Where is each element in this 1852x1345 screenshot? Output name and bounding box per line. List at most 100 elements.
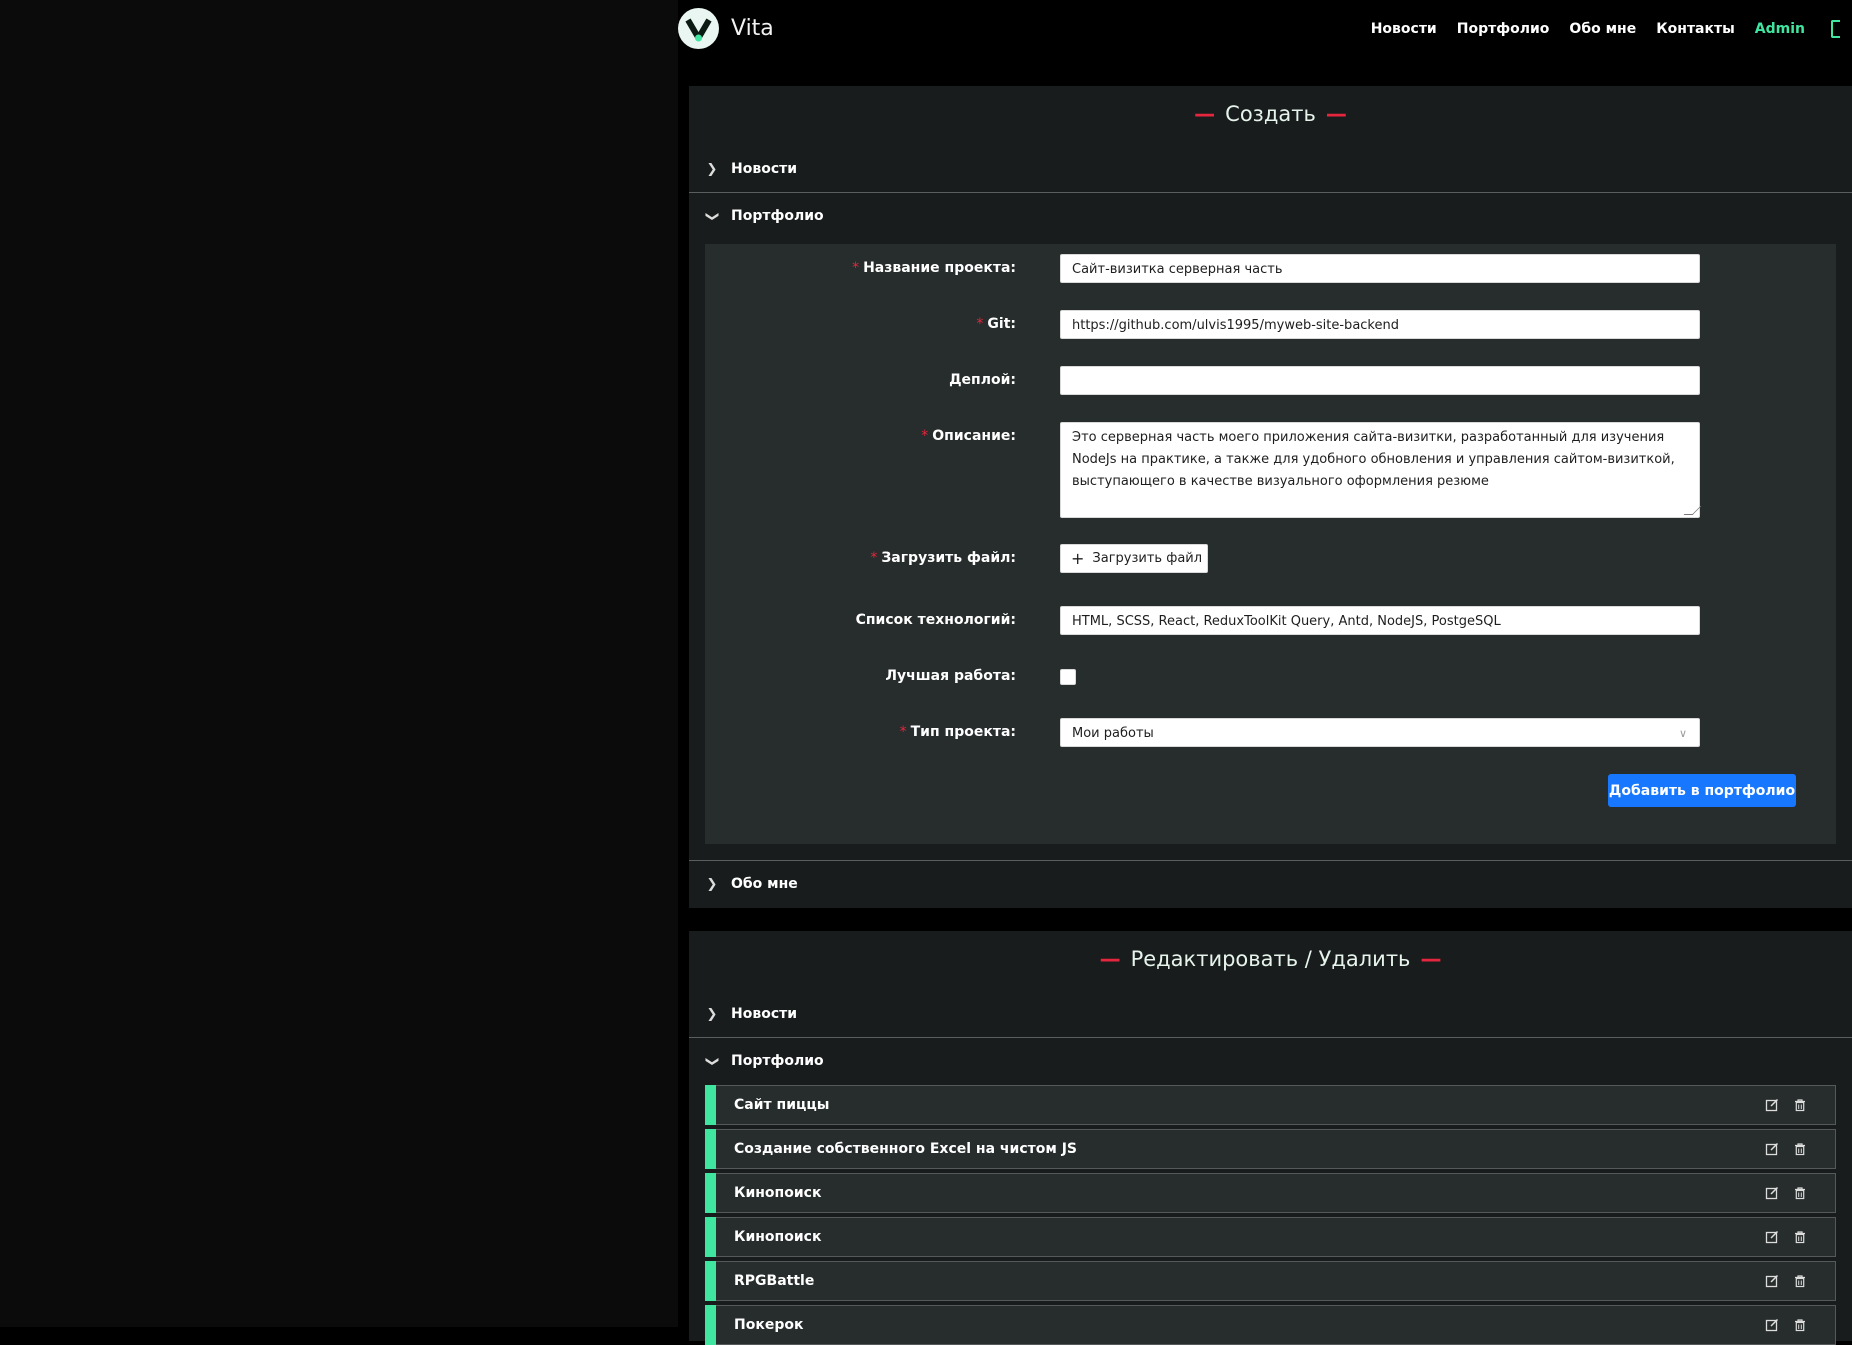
best-work-label: Лучшая работа: [885,668,1016,684]
list-item-actions [1753,1185,1809,1201]
required-mark: * [899,724,907,740]
label-colon: : [1010,612,1016,628]
list-item[interactable]: RPGBattle [705,1261,1836,1301]
accordion-portfolio[interactable]: ❯ Портфолио [689,193,1852,239]
upload-button-label: Загрузить файл [1092,551,1203,566]
project-name-label: * Название проекта: [852,260,1016,276]
list-item-title: Кинопоиск [734,1229,822,1245]
accordion-edit-news-label: Новости [731,1006,798,1022]
required-mark: * [976,316,984,332]
list-item-title: Создание собственного Excel на чистом JS [734,1141,1077,1157]
accordion-about[interactable]: ❯ Обо мне [689,861,1852,907]
best-work-checkbox[interactable] [1060,669,1076,685]
list-item[interactable]: Кинопоиск [705,1173,1836,1213]
list-item-actions [1753,1317,1809,1333]
label-colon: : [1010,668,1016,684]
deploy-label: Деплой: [949,372,1016,388]
nav-item-news[interactable]: Новости [1371,21,1437,37]
label-colon: : [1010,316,1016,332]
trash-icon[interactable] [1793,1097,1809,1113]
list-item-title: Покерок [734,1317,804,1333]
list-item-accent [705,1261,716,1301]
logo[interactable]: Vita [678,8,774,49]
list-item-accent [705,1217,716,1257]
upload-label: * Загрузить файл: [870,550,1016,566]
accordion-edit-news[interactable]: ❯ Новости [689,991,1852,1037]
main-area: Vita Новости Портфолио Обо мне Контакты … [678,0,1852,1345]
trash-icon[interactable] [1793,1141,1809,1157]
title-dash-right: — [1325,102,1347,126]
tech-list-input[interactable]: HTML, SCSS, React, ReduxToolKit Query, A… [1060,606,1700,635]
edit-delete-panel: — Редактировать / Удалить — ❯ Новости ❯ По… [689,931,1852,1345]
list-item-actions [1753,1097,1809,1113]
chevron-right-icon: ❯ [706,161,718,177]
git-label-text: Git [987,316,1011,332]
edit-icon[interactable] [1765,1141,1781,1157]
type-label-text: Тип проекта [910,724,1011,740]
chevron-right-icon: ❯ [706,1006,718,1022]
edit-icon[interactable] [1765,1185,1781,1201]
git-label: * Git: [976,316,1016,332]
resize-handle-icon[interactable] [1683,506,1702,515]
list-item-actions [1753,1229,1809,1245]
git-input[interactable]: https://github.com/ulvis1995/myweb-site-… [1060,310,1700,339]
title-dash-left: — [1099,947,1121,971]
accordion-edit-portfolio[interactable]: ❯ Портфолио [689,1038,1852,1084]
trash-icon[interactable] [1793,1273,1809,1289]
nav-item-admin[interactable]: Admin [1755,21,1805,37]
title-dash-right: — [1420,947,1442,971]
create-panel-title: — Создать — [689,102,1852,126]
description-label-text: Описание [932,428,1011,444]
accordion-edit-portfolio-label: Портфолио [731,1053,824,1069]
create-title-text: Создать [1225,102,1316,126]
nav-item-about[interactable]: Обо мне [1569,21,1636,37]
label-colon: : [1010,372,1016,388]
deploy-input[interactable] [1060,366,1700,395]
project-type-select[interactable]: Мои работы ∨ [1060,718,1700,747]
list-item[interactable]: Покерок [705,1305,1836,1345]
chevron-down-icon: ❯ [704,210,720,222]
list-item-title: Сайт пиццы [734,1097,830,1113]
list-item[interactable]: Создание собственного Excel на чистом JS [705,1129,1836,1169]
edit-icon[interactable] [1765,1317,1781,1333]
list-item-actions [1753,1141,1809,1157]
nav-item-portfolio[interactable]: Портфолио [1457,21,1550,37]
edit-icon[interactable] [1765,1273,1781,1289]
logo-icon [678,8,719,49]
list-item-actions [1753,1273,1809,1289]
add-to-portfolio-button[interactable]: Добавить в портфолио [1608,774,1796,807]
label-colon: : [1010,550,1016,566]
list-item[interactable]: Сайт пиццы [705,1085,1836,1125]
nav-item-contacts[interactable]: Контакты [1656,21,1735,37]
upload-label-text: Загрузить файл [881,550,1011,566]
accordion-news-label: Новости [731,161,798,177]
best-label-text: Лучшая работа [885,668,1011,684]
main-nav: Новости Портфолио Обо мне Контакты Admin [1351,20,1840,38]
trash-icon[interactable] [1793,1229,1809,1245]
description-textarea[interactable]: Это серверная часть моего приложения сай… [1060,422,1702,518]
list-item-accent [705,1085,716,1125]
tech-list-label: Список технологий: [856,612,1016,628]
upload-file-button[interactable]: + Загрузить файл [1060,544,1208,573]
accordion-about-label: Обо мне [731,876,798,892]
logout-icon[interactable] [1831,20,1840,38]
left-blank-area [0,0,678,1327]
project-type-value: Мои работы [1072,726,1154,741]
project-name-input[interactable]: Сайт-визитка серверная часть [1060,254,1700,283]
trash-icon[interactable] [1793,1185,1809,1201]
accordion-news[interactable]: ❯ Новости [689,146,1852,192]
edit-icon[interactable] [1765,1097,1781,1113]
trash-icon[interactable] [1793,1317,1809,1333]
label-colon: : [1010,428,1016,444]
accordion-portfolio-label: Портфолио [731,208,824,224]
list-item[interactable]: Кинопоиск [705,1217,1836,1257]
project-type-label: * Тип проекта: [900,724,1016,740]
create-panel: — Создать — ❯ Новости ❯ Портфолио * Названи… [689,86,1852,908]
list-item-title: Кинопоиск [734,1185,822,1201]
edit-icon[interactable] [1765,1229,1781,1245]
portfolio-form: * Название проекта: Сайт-визитка серверна… [705,244,1836,844]
edit-panel-title: — Редактировать / Удалить — [689,947,1852,971]
chevron-down-icon: ❯ [704,1055,720,1067]
required-mark: * [852,260,860,276]
list-item-accent [705,1305,716,1345]
